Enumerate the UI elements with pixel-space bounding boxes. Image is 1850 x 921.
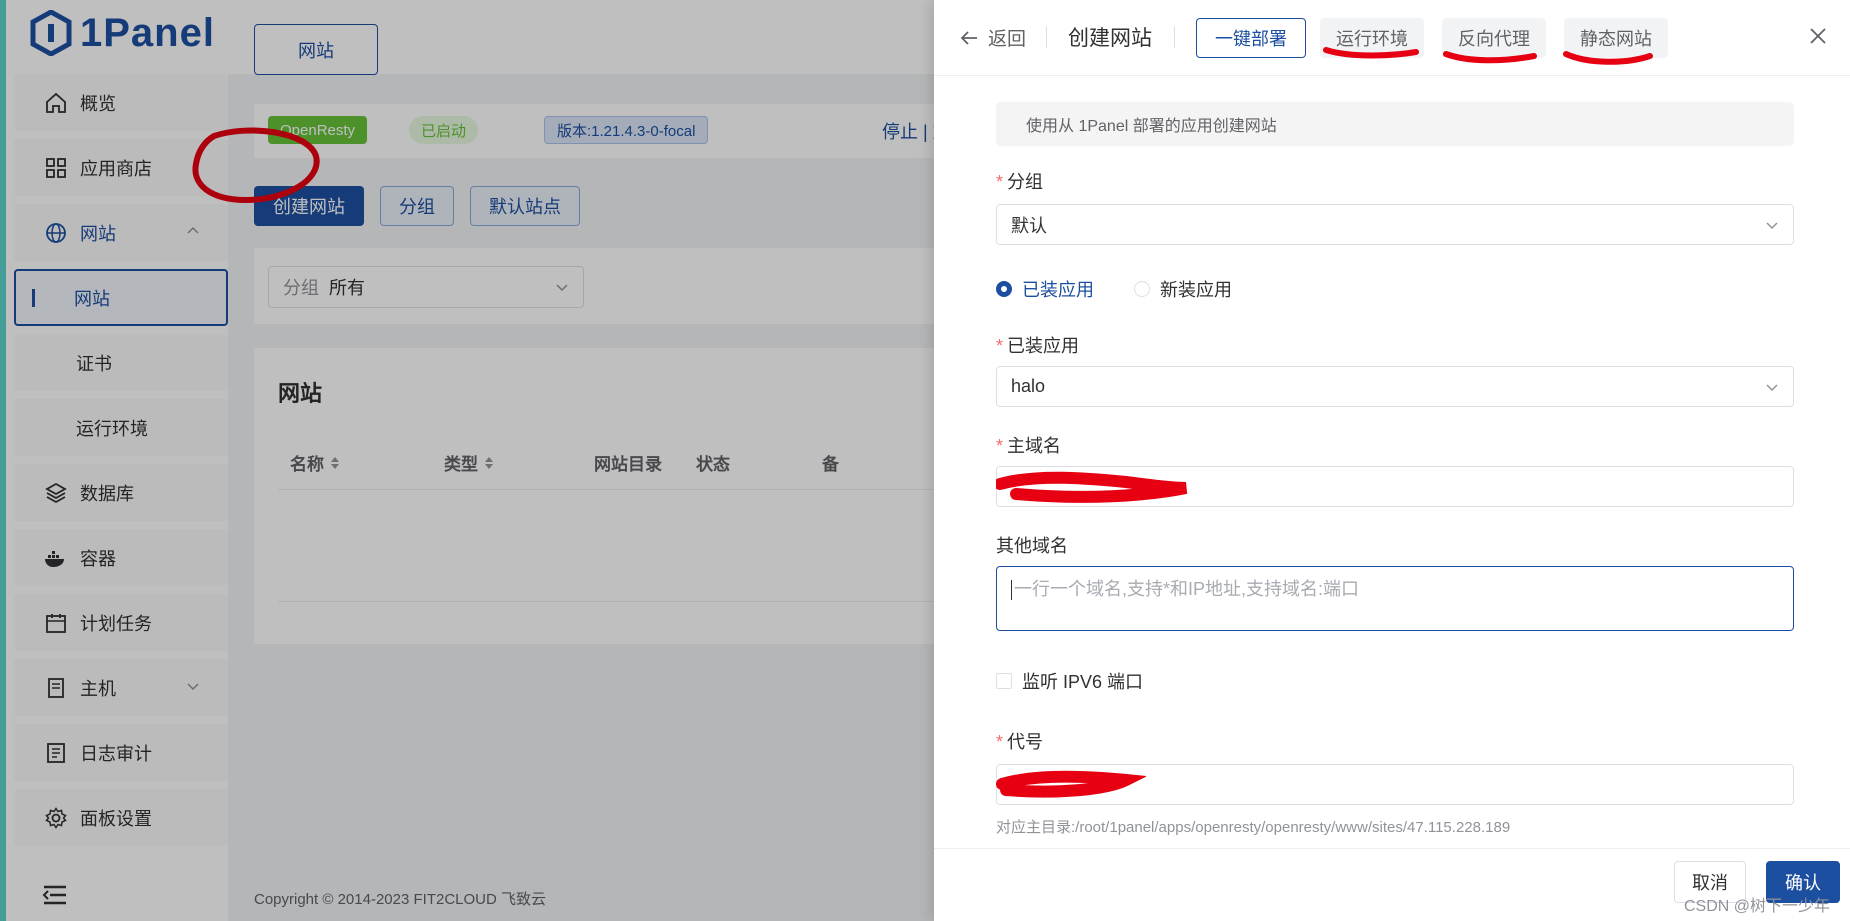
tab-one-click-deploy[interactable]: 一键部署 [1196, 18, 1306, 58]
create-website-drawer: 返回 创建网站 一键部署 运行环境 反向代理 静态网站 使用从 1Panel 部… [934, 0, 1850, 921]
installed-app-label: * 已装应用 [996, 336, 1080, 356]
close-icon[interactable] [1808, 26, 1828, 46]
checkbox-box [996, 673, 1012, 689]
installed-app-select[interactable]: halo [996, 366, 1794, 407]
alias-input[interactable] [996, 764, 1794, 805]
chevron-down-icon [1766, 222, 1778, 230]
ipv6-label: 监听 IPV6 端口 [1022, 672, 1144, 692]
group-select-value: 默认 [1011, 215, 1047, 236]
alias-hint: 对应主目录:/root/1panel/apps/openresty/openre… [996, 819, 1511, 836]
chevron-down-icon [1766, 384, 1778, 392]
divider [1174, 26, 1175, 48]
radio-installed-app[interactable]: 已装应用 [996, 276, 1094, 302]
back-button[interactable]: 返回 [960, 24, 1026, 51]
other-domains-placeholder: 一行一个域名,支持*和IP地址,支持域名:端口 [1014, 579, 1360, 599]
group-select[interactable]: 默认 [996, 204, 1794, 245]
tab-static-site[interactable]: 静态网站 [1564, 18, 1668, 58]
other-domains-label: 其他域名 [996, 536, 1068, 556]
radio-new-app[interactable]: 新装应用 [1134, 276, 1232, 302]
tab-runtime[interactable]: 运行环境 [1320, 18, 1424, 58]
alias-label: * 代号 [996, 732, 1044, 752]
other-domains-textarea[interactable]: 一行一个域名,支持*和IP地址,支持域名:端口 [996, 566, 1794, 631]
group-label: * 分组 [996, 172, 1044, 192]
primary-domain-input[interactable] [996, 466, 1794, 507]
watermark: CSDN @树下一少年 [1683, 898, 1830, 915]
info-alert: 使用从 1Panel 部署的应用创建网站 [996, 102, 1794, 146]
primary-domain-label: * 主域名 [996, 436, 1062, 456]
text-caret [1011, 580, 1012, 601]
ipv6-checkbox[interactable]: 监听 IPV6 端口 [996, 668, 1143, 694]
drawer-header: 返回 创建网站 一键部署 运行环境 反向代理 静态网站 [934, 0, 1850, 76]
drawer-title: 创建网站 [1068, 27, 1152, 50]
app-source-radio-group: 已装应用 新装应用 [996, 276, 1232, 302]
arrow-left-icon [960, 30, 977, 45]
divider [1046, 26, 1047, 48]
installed-app-value: halo [1011, 376, 1046, 396]
tab-reverse-proxy[interactable]: 反向代理 [1442, 18, 1546, 58]
back-label: 返回 [988, 29, 1027, 50]
